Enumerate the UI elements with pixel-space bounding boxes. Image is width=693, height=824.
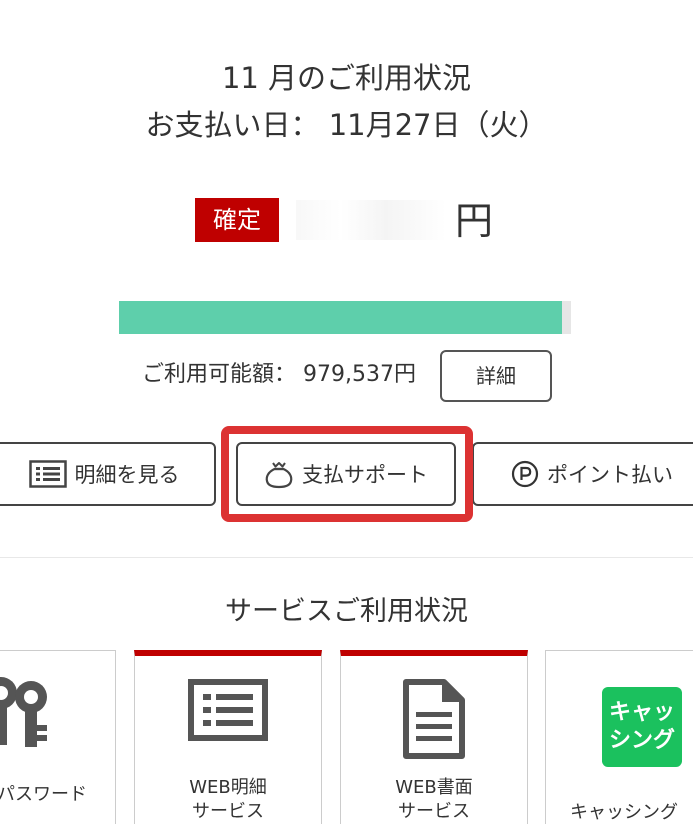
- detail-button[interactable]: 詳細: [440, 350, 552, 402]
- usage-title: 11 月のご利用状況 お支払い日： 11月27日（火）: [0, 58, 693, 145]
- available-credit-row: ご利用可能額： 979,537円 詳細: [0, 350, 693, 402]
- statement-icon: [187, 678, 269, 746]
- payment-date: お支払い日： 11月27日（火）: [145, 108, 548, 142]
- credit-usage-bar-fill: [119, 301, 562, 334]
- payment-support-label: 支払サポート: [302, 463, 428, 487]
- service-card-web-document-label: WEB書面 サービス: [341, 776, 527, 824]
- view-statement-label: 明細を見る: [74, 463, 180, 487]
- status-badge: 確定: [195, 198, 279, 242]
- service-card-web-statement-line2: サービス: [192, 801, 264, 822]
- usage-summary-page: 11 月のご利用状況 お支払い日： 11月27日（火） 確定 円 ご利用可能額：…: [0, 0, 693, 824]
- credit-usage-bar: [119, 301, 571, 334]
- cashing-icon-box: キャッ シング: [602, 687, 682, 767]
- document-icon: [402, 678, 466, 764]
- payment-support-button[interactable]: 支払サポート: [236, 442, 456, 506]
- service-card-web-document-line1: WEB書面: [395, 777, 473, 798]
- service-section-title: サービスご利用状況: [225, 596, 468, 627]
- usage-month-title: 11 月のご利用状況: [221, 61, 472, 95]
- billing-amount-row: 確定 円: [0, 198, 693, 246]
- yen-unit: 円: [455, 199, 494, 243]
- service-card-web-document-line2: サービス: [398, 801, 470, 822]
- service-card-web-statement-label: WEB明細 サービス: [135, 776, 321, 824]
- point-payment-button[interactable]: ポイント払い: [472, 442, 693, 506]
- service-card-web-statement[interactable]: WEB明細 サービス: [134, 650, 322, 824]
- cashing-icon-text-line1: キャッ: [608, 700, 675, 725]
- service-card-cashing-label: キャッシング: [570, 802, 678, 823]
- view-statement-button[interactable]: 明細を見る: [0, 442, 216, 506]
- point-icon: [511, 460, 539, 488]
- point-payment-label: ポイント払い: [547, 463, 673, 487]
- section-divider: [0, 557, 693, 558]
- masked-amount: [296, 200, 446, 240]
- keys-icon: [0, 671, 63, 765]
- service-card-password-label: パスワード: [0, 784, 87, 805]
- cashing-icon-text-line2: シング: [608, 728, 675, 753]
- service-card-web-document[interactable]: WEB書面 サービス: [340, 650, 528, 824]
- service-card-web-statement-line1: WEB明細: [189, 777, 267, 798]
- cashing-icon: キャッ シング: [602, 687, 682, 767]
- list-icon: [28, 460, 67, 488]
- service-card-cashing[interactable]: キャッ シング キャッシング: [545, 650, 693, 824]
- service-card-password[interactable]: パスワード: [0, 650, 116, 824]
- available-credit: ご利用可能額： 979,537円: [142, 362, 416, 387]
- money-bag-icon: [264, 459, 294, 489]
